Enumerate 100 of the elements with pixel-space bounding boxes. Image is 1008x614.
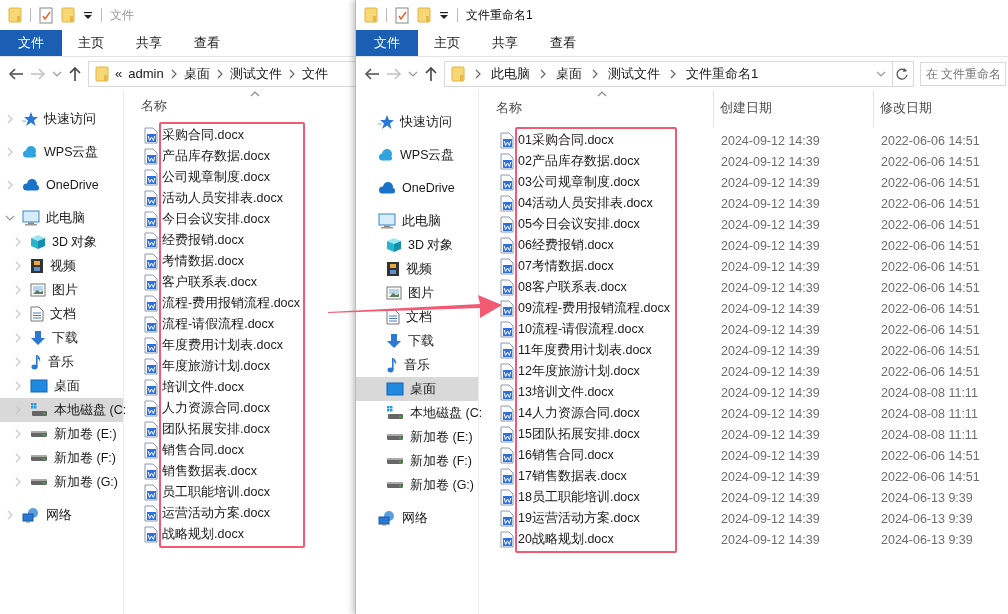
file-name[interactable]: 战略规划.docx (159, 526, 305, 543)
nav-item[interactable]: 3D 对象 (356, 233, 478, 257)
nav-item[interactable]: 桌面 (0, 374, 123, 398)
file-name[interactable]: 12年度旅游计划.docx (515, 363, 677, 380)
nav-item[interactable]: 桌面 (356, 377, 478, 401)
nav-item[interactable]: OneDrive (0, 173, 123, 197)
word-document-icon (143, 190, 158, 207)
breadcrumb[interactable]: 此电脑 (491, 64, 530, 83)
file-name[interactable]: 公司规章制度.docx (159, 169, 305, 186)
ribbon-tab[interactable]: 查看 (178, 30, 236, 56)
file-name[interactable]: 采购合同.docx (159, 127, 305, 144)
nav-item[interactable]: 快速访问 (0, 107, 123, 131)
nav-item[interactable]: 下载 (0, 326, 123, 350)
file-name[interactable]: 05今日会议安排.docx (515, 216, 677, 233)
chevron-right-icon (539, 68, 547, 79)
ribbon-tab[interactable]: 文件 (356, 30, 418, 56)
file-name[interactable]: 11年度费用计划表.docx (515, 342, 677, 359)
nav-item[interactable]: 图片 (356, 281, 478, 305)
file-name[interactable]: 17销售数据表.docx (515, 468, 677, 485)
file-name[interactable]: 02产品库存数据.docx (515, 153, 677, 170)
nav-item[interactable]: 快速访问 (356, 110, 478, 134)
file-name[interactable]: 运营活动方案.docx (159, 505, 305, 522)
column-header[interactable]: 创建日期 (713, 90, 873, 127)
refresh-button[interactable] (891, 60, 914, 87)
ribbon-tab[interactable]: 主页 (418, 30, 476, 56)
ribbon-tab[interactable]: 共享 (120, 30, 178, 56)
file-name[interactable]: 07考情数据.docx (515, 258, 677, 275)
breadcrumb[interactable]: 文件重命名1 (686, 64, 759, 83)
nav-item[interactable]: 新加卷 (G:) (356, 473, 478, 497)
file-name[interactable]: 考情数据.docx (159, 253, 305, 270)
file-name[interactable]: 经费报销.docx (159, 232, 305, 249)
ribbon-tab[interactable]: 共享 (476, 30, 534, 56)
ribbon-tab[interactable]: 文件 (0, 30, 62, 56)
file-name[interactable]: 09流程-费用报销流程.docx (515, 300, 677, 317)
address-bar[interactable]: 此电脑 桌面 测试文件 文件重命名1 (444, 60, 893, 87)
breadcrumb[interactable]: 桌面 (556, 64, 582, 83)
breadcrumb[interactable]: 桌面 (183, 64, 210, 83)
nav-item[interactable]: WPS云盘 (0, 140, 123, 164)
file-name[interactable]: 18员工职能培训.docx (515, 489, 677, 506)
file-name[interactable]: 15团队拓展安排.docx (515, 426, 677, 443)
file-name[interactable]: 年度旅游计划.docx (159, 358, 305, 375)
film-icon (386, 261, 400, 277)
ribbon-tab[interactable]: 主页 (62, 30, 120, 56)
nav-item[interactable]: 视频 (0, 254, 123, 278)
file-name[interactable]: 客户联系表.docx (159, 274, 305, 291)
nav-item[interactable]: 新加卷 (F:) (356, 449, 478, 473)
nav-item[interactable]: 视频 (356, 257, 478, 281)
file-name[interactable]: 13培训文件.docx (515, 384, 677, 401)
file-name[interactable]: 销售合同.docx (159, 442, 305, 459)
nav-item[interactable]: 图片 (0, 278, 123, 302)
file-name[interactable]: 03公司规章制度.docx (515, 174, 677, 191)
file-name[interactable]: 20战略规划.docx (515, 531, 677, 548)
nav-item[interactable]: 音乐 (356, 353, 478, 377)
nav-item[interactable]: 新加卷 (E:) (356, 425, 478, 449)
column-header[interactable]: 名称 (135, 90, 355, 122)
address-bar[interactable]: « admin 桌面 测试文件 文件 (88, 60, 355, 87)
file-name[interactable]: 产品库存数据.docx (159, 148, 305, 165)
nav-item[interactable]: 文档 (0, 302, 123, 326)
file-name[interactable]: 团队拓展安排.docx (159, 421, 305, 438)
file-name[interactable]: 流程-费用报销流程.docx (159, 295, 305, 312)
ribbon-tab[interactable]: 查看 (534, 30, 592, 56)
file-name[interactable]: 流程-请假流程.docx (159, 316, 305, 333)
file-name[interactable]: 10流程-请假流程.docx (515, 321, 677, 338)
breadcrumb[interactable]: 测试文件 (608, 64, 660, 83)
nav-item[interactable]: 新加卷 (E:) (0, 422, 123, 446)
file-name[interactable]: 培训文件.docx (159, 379, 305, 396)
file-name[interactable]: 19运营活动方案.docx (515, 510, 677, 527)
search-field[interactable]: 在 文件重命名 (920, 61, 1006, 86)
nav-item[interactable]: 下载 (356, 329, 478, 353)
file-name[interactable]: 08客户联系表.docx (515, 279, 677, 296)
breadcrumb[interactable]: 文件 (301, 64, 328, 83)
column-header[interactable]: 修改日期 (873, 90, 1008, 127)
file-name[interactable]: 06经费报销.docx (515, 237, 677, 254)
nav-item[interactable]: 新加卷 (G:) (0, 470, 123, 494)
file-name[interactable]: 销售数据表.docx (159, 463, 305, 480)
file-name[interactable]: 活动人员安排表.docx (159, 190, 305, 207)
breadcrumb[interactable]: admin (128, 66, 164, 81)
overflow-crumb[interactable]: « (115, 66, 123, 81)
nav-item[interactable]: 此电脑 (0, 206, 123, 230)
file-name[interactable]: 年度费用计划表.docx (159, 337, 305, 354)
file-name[interactable]: 16销售合同.docx (515, 447, 677, 464)
nav-item[interactable]: 此电脑 (356, 209, 478, 233)
nav-item[interactable]: 网络 (356, 506, 478, 530)
nav-item[interactable]: 3D 对象 (0, 230, 123, 254)
nav-item[interactable]: OneDrive (356, 176, 478, 200)
chevron-right-icon (14, 237, 22, 247)
file-name[interactable]: 01采购合同.docx (515, 132, 677, 149)
column-header[interactable]: 名称 (490, 90, 713, 127)
nav-item[interactable]: 新加卷 (F:) (0, 446, 123, 470)
breadcrumb[interactable]: 测试文件 (229, 64, 282, 83)
nav-item[interactable]: 本地磁盘 (C: (0, 398, 123, 422)
file-name[interactable]: 今日会议安排.docx (159, 211, 305, 228)
file-name[interactable]: 人力资源合同.docx (159, 400, 305, 417)
nav-item[interactable]: 音乐 (0, 350, 123, 374)
file-name[interactable]: 14人力资源合同.docx (515, 405, 677, 422)
file-name[interactable]: 04活动人员安排表.docx (515, 195, 677, 212)
nav-item[interactable]: 网络 (0, 503, 123, 527)
file-name[interactable]: 员工职能培训.docx (159, 484, 305, 501)
nav-item[interactable]: WPS云盘 (356, 143, 478, 167)
nav-item[interactable]: 文档 (356, 305, 478, 329)
